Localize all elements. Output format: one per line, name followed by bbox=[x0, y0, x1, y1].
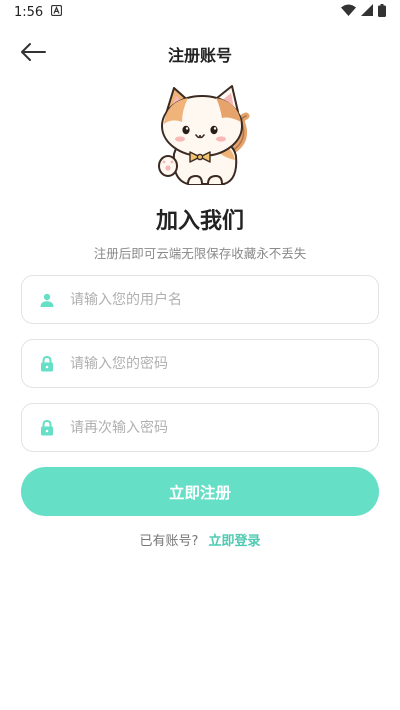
toolbar: 注册账号 bbox=[0, 32, 400, 76]
login-prompt-row: 已有账号? 立即登录 bbox=[0, 530, 400, 549]
user-icon bbox=[39, 292, 55, 308]
cat-mascot-image bbox=[152, 80, 256, 188]
confirm-password-field[interactable] bbox=[21, 403, 379, 452]
lock-icon bbox=[39, 419, 55, 436]
login-prompt-text: 已有账号? bbox=[139, 534, 199, 549]
login-link[interactable]: 立即登录 bbox=[208, 534, 260, 549]
password-field[interactable] bbox=[21, 339, 379, 388]
username-input[interactable] bbox=[68, 290, 352, 309]
wifi-icon bbox=[341, 4, 356, 20]
a-notification-icon bbox=[51, 4, 63, 20]
hero-subheading: 注册后即可云端无限保存收藏永不丢失 bbox=[93, 246, 307, 261]
status-bar: 1:56 bbox=[0, 0, 400, 24]
confirm-password-input[interactable] bbox=[68, 418, 352, 437]
back-button[interactable] bbox=[18, 40, 48, 68]
battery-icon bbox=[378, 3, 386, 21]
status-left: 1:56 bbox=[14, 4, 63, 20]
status-time: 1:56 bbox=[14, 4, 44, 20]
username-field[interactable] bbox=[21, 275, 379, 324]
arrow-left-icon bbox=[20, 42, 46, 66]
hero-heading: 加入我们 bbox=[155, 209, 244, 234]
register-button[interactable]: 立即注册 bbox=[21, 467, 379, 516]
lock-icon bbox=[39, 355, 55, 372]
page-title: 注册账号 bbox=[167, 46, 232, 65]
signal-icon bbox=[361, 4, 373, 20]
password-input[interactable] bbox=[68, 354, 352, 373]
status-right bbox=[341, 3, 386, 21]
